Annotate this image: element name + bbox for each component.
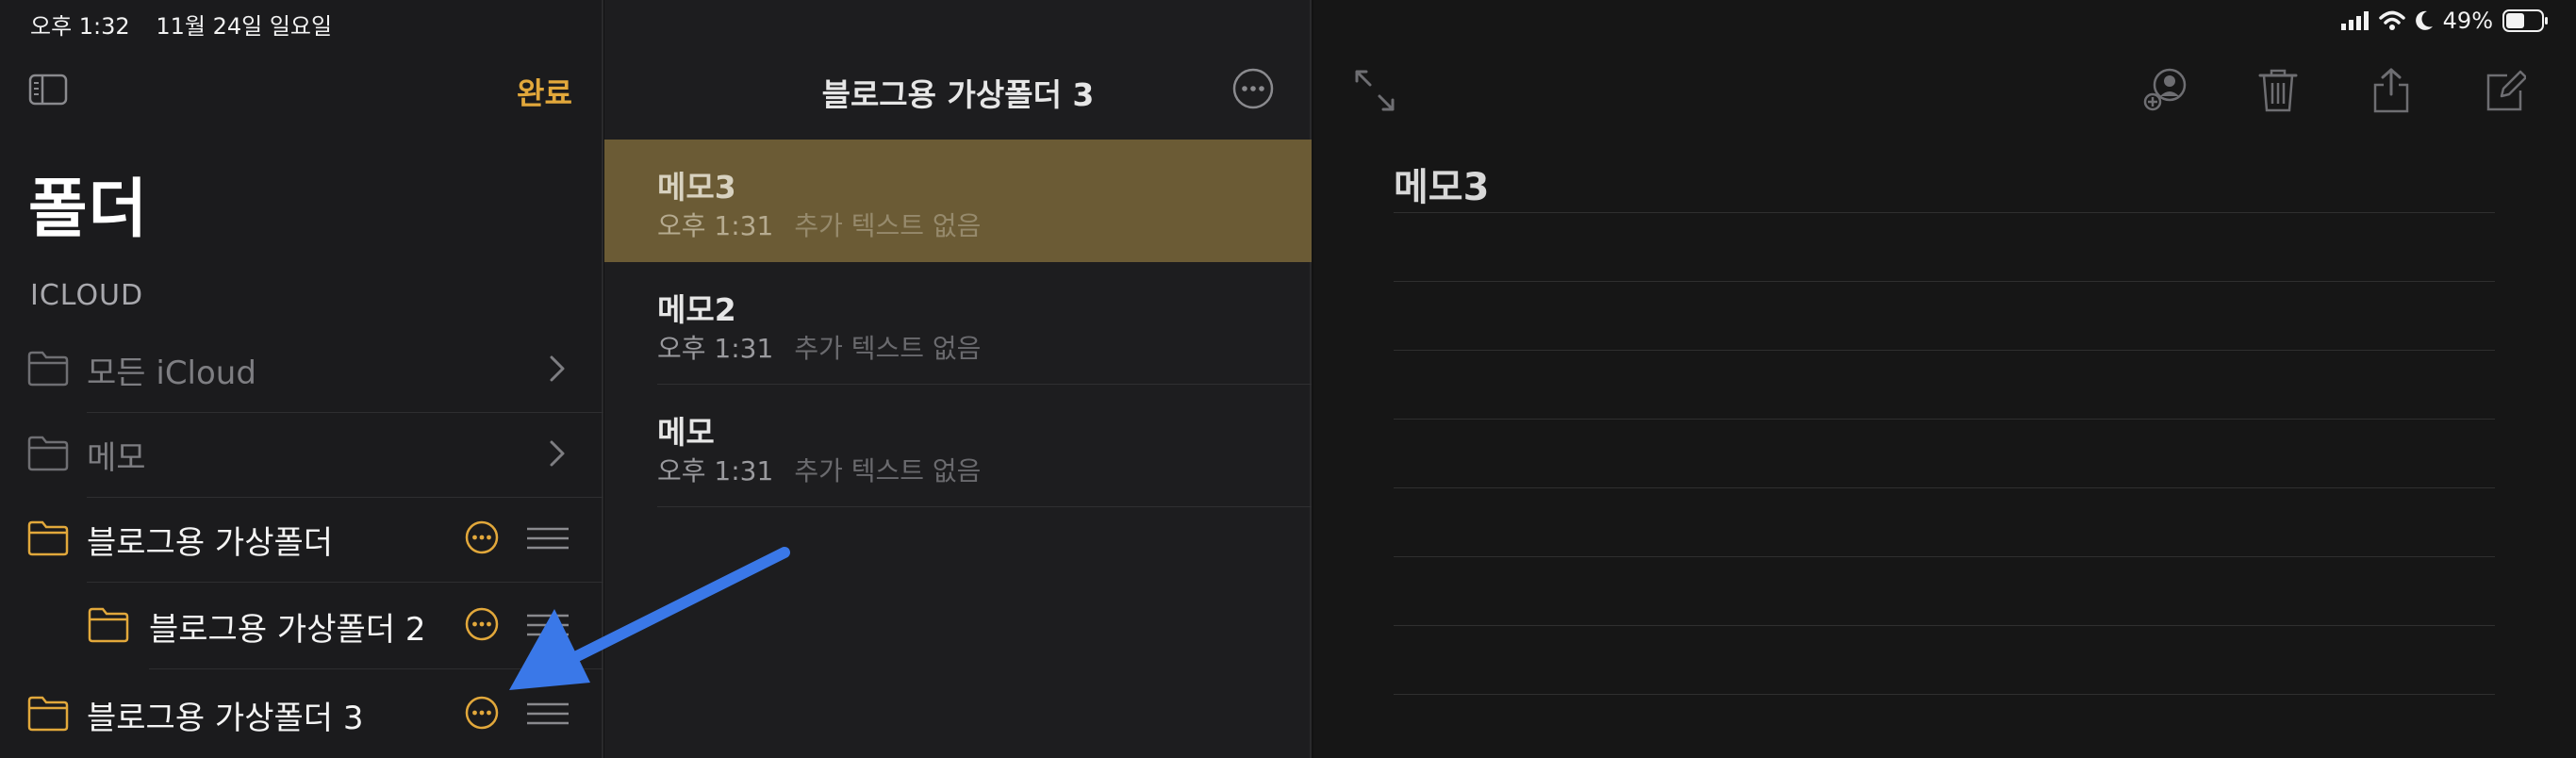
folder-icon [27, 351, 69, 387]
note-subtitle: 오후 1:31 추가 텍스트 없음 [657, 328, 981, 366]
folder-row-all-icloud[interactable]: 모든 iCloud [0, 326, 603, 413]
folder-row-blog-2[interactable]: 블로그용 가상폴더 2 [0, 583, 603, 669]
folder-label: 블로그용 가상폴더 [87, 524, 334, 562]
ellipsis-circle-icon[interactable] [465, 696, 499, 730]
compose-icon[interactable] [2483, 68, 2526, 113]
folder-label: 메모 [87, 439, 146, 477]
line-rule [1394, 625, 2495, 626]
note-preview: 추가 텍스트 없음 [794, 455, 982, 486]
sidebar-icon[interactable] [28, 74, 68, 106]
note-title: 메모3 [657, 169, 736, 206]
folder-icon [27, 520, 69, 556]
ellipsis-circle-icon[interactable] [465, 607, 499, 641]
line-rule [1394, 212, 2495, 213]
chevron-right-icon [550, 355, 565, 382]
line-rule [1394, 281, 2495, 282]
page-title: 폴더 [28, 173, 149, 247]
reorder-icon[interactable] [526, 526, 570, 551]
notes-list-title: 블로그용 가상폴더 3 [821, 76, 1095, 113]
folder-label: 모든 iCloud [87, 354, 256, 392]
trash-icon[interactable] [2256, 68, 2300, 113]
note-preview: 추가 텍스트 없음 [794, 210, 982, 241]
folder-icon [27, 436, 69, 471]
note-title: 메모2 [657, 291, 736, 328]
notes-list: 블로그용 가상폴더 3 메모3 오후 1:31 추가 텍스트 없음 메모2 오후 … [604, 0, 1312, 758]
note-time: 오후 1:31 [657, 333, 774, 364]
ellipsis-circle-icon[interactable] [1232, 68, 1274, 109]
note-subtitle: 오후 1:31 추가 텍스트 없음 [657, 206, 981, 243]
line-rule [1394, 487, 2495, 488]
folder-row-memo[interactable]: 메모 [0, 411, 603, 498]
folder-row-blog-3[interactable]: 블로그용 가상폴더 3 [0, 671, 603, 758]
note-preview: 추가 텍스트 없음 [794, 333, 982, 364]
note-row[interactable]: 메모2 오후 1:31 추가 텍스트 없음 [604, 262, 1312, 385]
ellipsis-circle-icon[interactable] [465, 520, 499, 554]
line-rule [1394, 350, 2495, 351]
reorder-icon[interactable] [526, 701, 570, 726]
folders-sidebar: 완료 폴더 ICLOUD 모든 iCloud 메모 블로그용 가상폴더 블로그용… [0, 0, 603, 758]
folder-icon [88, 607, 129, 643]
chevron-right-icon [550, 440, 565, 467]
note-time: 오후 1:31 [657, 455, 774, 486]
line-rule [1394, 694, 2495, 695]
expand-icon[interactable] [1353, 68, 1396, 113]
note-title: 메모 [657, 414, 715, 451]
folder-row-blog[interactable]: 블로그용 가상폴더 [0, 496, 603, 583]
line-rule [1394, 556, 2495, 557]
done-button[interactable]: 완료 [517, 70, 572, 113]
folder-icon [27, 696, 69, 732]
note-title[interactable]: 메모3 [1394, 157, 1489, 211]
note-row[interactable]: 메모3 오후 1:31 추가 텍스트 없음 [604, 140, 1312, 262]
add-person-icon[interactable] [2143, 68, 2187, 113]
note-time: 오후 1:31 [657, 210, 774, 241]
folder-label: 블로그용 가상폴더 3 [87, 700, 364, 737]
folder-label: 블로그용 가상폴더 2 [149, 611, 426, 649]
note-editor: 메모3 [1313, 0, 2576, 758]
row-divider [657, 506, 1312, 507]
note-subtitle: 오후 1:31 추가 텍스트 없음 [657, 451, 981, 488]
share-icon[interactable] [2370, 68, 2413, 113]
row-divider [149, 668, 603, 669]
reorder-icon[interactable] [526, 613, 570, 637]
note-row[interactable]: 메모 오후 1:31 추가 텍스트 없음 [604, 385, 1312, 507]
section-header-icloud: ICLOUD [30, 279, 144, 312]
line-rule [1394, 419, 2495, 420]
